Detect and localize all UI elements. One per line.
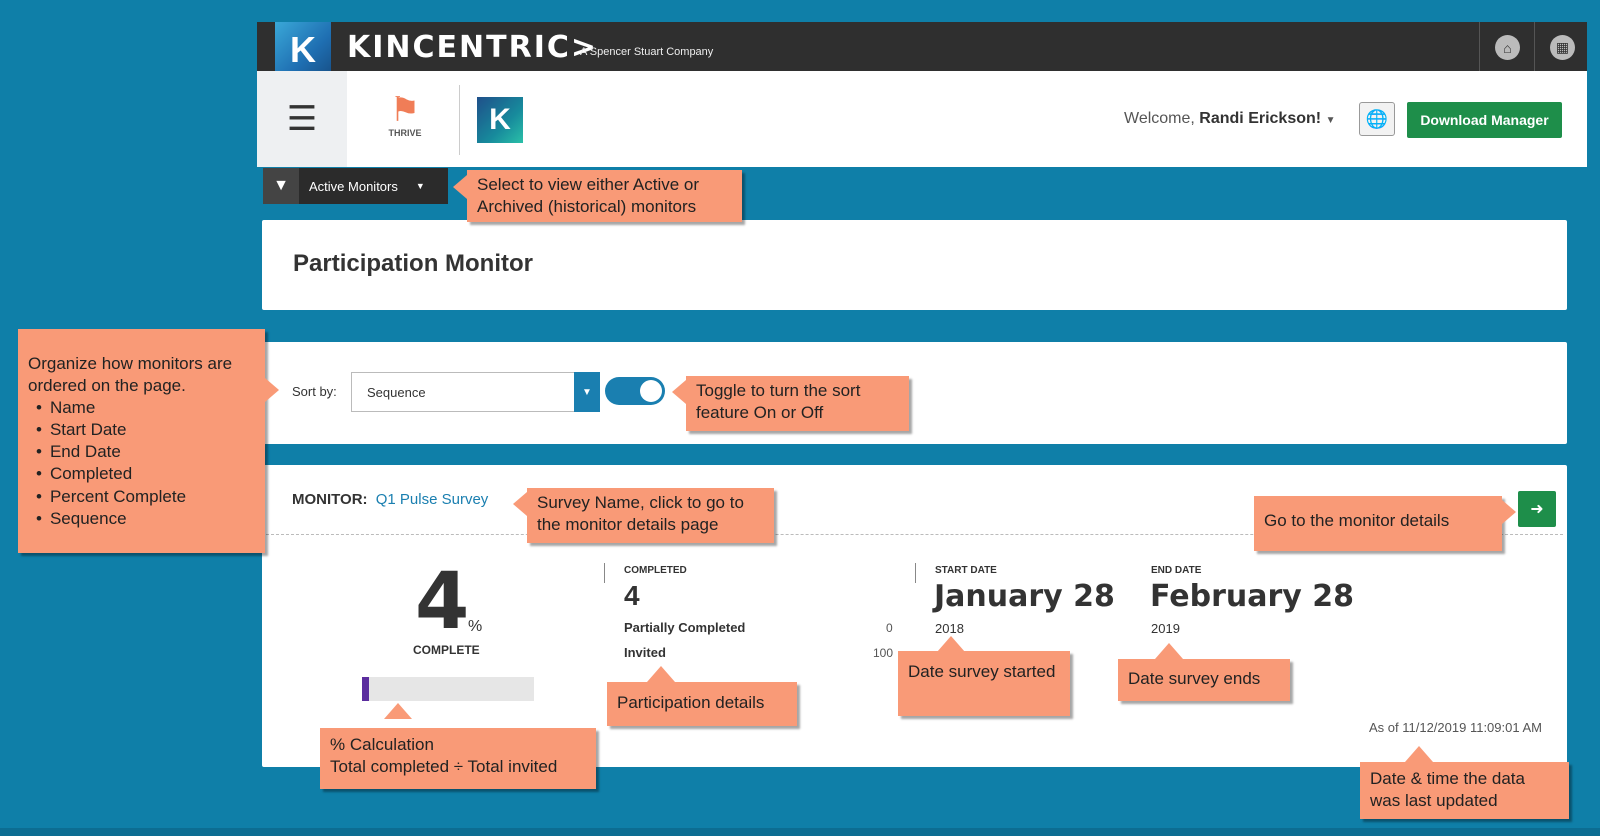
percent-complete-value: 4 [415, 557, 469, 647]
sort-option: Name [28, 397, 255, 419]
sort-toggle[interactable] [605, 377, 665, 405]
last-updated-timestamp: As of 11/12/2019 11:09:01 AM [1369, 720, 1542, 735]
download-manager-button[interactable]: Download Manager [1407, 102, 1562, 138]
callout-pointer [672, 380, 686, 404]
sort-option: Percent Complete [28, 486, 255, 508]
divider [604, 563, 605, 583]
callout-toggle: Toggle to turn the sort feature On or Of… [686, 376, 909, 431]
monitor-heading: MONITOR: Q1 Pulse Survey [292, 491, 488, 508]
callout-pointer [1155, 643, 1183, 659]
callout-pointer [384, 703, 412, 719]
callout-pointer [1405, 746, 1433, 762]
sort-option: Completed [28, 463, 255, 485]
callout-pointer [1502, 500, 1516, 524]
progress-bar-fill [362, 677, 369, 701]
callout-survey-name: Survey Name, click to go to the monitor … [527, 488, 774, 543]
end-year: 2019 [1151, 621, 1180, 636]
partially-completed-label: Partially Completed [624, 620, 746, 635]
thrive-logo[interactable]: ⚑ THRIVE [385, 92, 425, 152]
callout-pointer [937, 636, 965, 652]
chevron-down-icon: ▼ [1325, 115, 1336, 126]
home-icon[interactable]: ⌂ [1495, 35, 1520, 60]
callout-pointer [647, 666, 675, 682]
header-divider [459, 85, 460, 155]
divider [915, 563, 916, 583]
sort-option: Sequence [28, 508, 255, 530]
toggle-knob [640, 380, 662, 402]
language-globe-icon[interactable]: 🌐 [1359, 102, 1395, 136]
sort-option: End Date [28, 441, 255, 463]
client-logo-icon: K [477, 97, 523, 143]
completed-value: 4 [624, 580, 640, 611]
brand-subtitle: A Spencer Stuart Company [580, 46, 714, 58]
callout-last-updated: Date & time the data was last updated [1360, 762, 1569, 819]
filter-funnel-icon: ▼ [263, 168, 299, 204]
progress-bar [362, 677, 534, 701]
invited-label: Invited [624, 645, 666, 660]
start-date-value: January 28 [934, 579, 1115, 614]
start-year: 2018 [935, 621, 964, 636]
sort-callout-intro: Organize how monitors are ordered on the… [28, 354, 233, 396]
exit-arrow-icon: ➜ [1530, 501, 1544, 518]
callout-participation: Participation details [607, 682, 797, 726]
user-name: Randi Erickson! [1199, 110, 1322, 127]
brand-name: KINCENTRIC> [347, 30, 599, 65]
apps-grid-icon[interactable]: ▦ [1550, 35, 1575, 60]
callout-pointer [453, 175, 467, 199]
callout-pointer [513, 492, 527, 516]
callout-pointer [265, 378, 279, 402]
callout-sort-options: Organize how monitors are ordered on the… [18, 329, 265, 553]
sort-by-label: Sort by: [292, 384, 337, 399]
start-date-caption: START DATE [935, 565, 997, 576]
callout-active-monitors: Select to view either Active or Archived… [467, 170, 742, 222]
thrive-label: THRIVE [388, 128, 422, 138]
bottom-strip [0, 828, 1600, 836]
hamburger-menu-icon[interactable]: ☰ [257, 71, 347, 167]
callout-line: Total completed ÷ Total invited [330, 757, 558, 777]
completed-caption: COMPLETED [624, 565, 687, 576]
callout-percent-calculation: % Calculation Total completed ÷ Total in… [320, 728, 596, 789]
active-monitors-label: Active Monitors [309, 178, 398, 194]
sort-option: Start Date [28, 419, 255, 441]
active-monitors-dropdown[interactable]: ▼ Active Monitors ▼ [263, 168, 448, 204]
chevron-down-icon[interactable]: ▼ [574, 372, 600, 412]
end-date-caption: END DATE [1151, 565, 1202, 576]
callout-date-ends: Date survey ends [1118, 659, 1290, 701]
welcome-prefix: Welcome, [1124, 110, 1195, 127]
percent-sign: % [468, 618, 483, 635]
complete-label: COMPLETE [413, 643, 480, 657]
chevron-down-icon: ▼ [415, 181, 425, 191]
callout-date-started: Date survey started [898, 651, 1070, 716]
flag-icon: ⚑ [389, 91, 421, 129]
page-title: Participation Monitor [293, 250, 533, 277]
invited-value: 100 [873, 646, 894, 660]
user-menu[interactable]: Welcome, Randi Erickson! ▼ [1124, 110, 1335, 128]
sort-select[interactable]: Sequence [351, 372, 600, 412]
kincentric-logo-icon: K [275, 22, 331, 77]
topbar-divider [1534, 22, 1535, 71]
callout-monitor-details: Go to the monitor details [1254, 496, 1502, 551]
end-date-value: February 28 [1150, 579, 1355, 614]
monitor-label: MONITOR: [292, 491, 368, 508]
survey-name-link[interactable]: Q1 Pulse Survey [376, 491, 489, 508]
topbar-divider [1479, 22, 1480, 71]
callout-line: % Calculation [330, 735, 434, 754]
partially-completed-value: 0 [886, 621, 893, 635]
monitor-details-button[interactable]: ➜ [1518, 491, 1556, 527]
